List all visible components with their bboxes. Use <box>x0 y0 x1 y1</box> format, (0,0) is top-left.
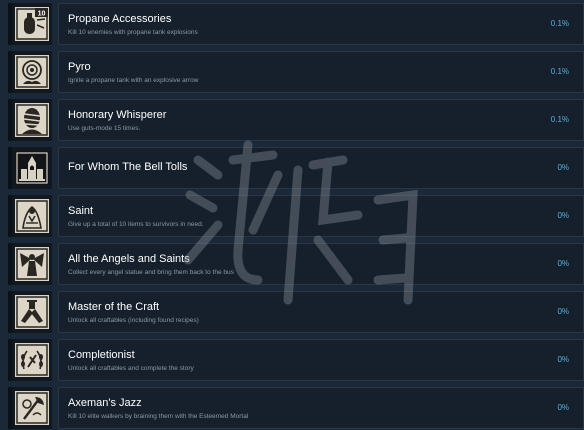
achievement-info: Honorary Whisperer Use guts-mode 15 time… <box>58 99 584 141</box>
achievement-info: Pyro Ignite a propane tank with an explo… <box>58 51 584 93</box>
achievement-percent: 0.1% <box>550 115 569 124</box>
achievement-percent: 0.1% <box>550 67 569 76</box>
achievement-percent: 0.1% <box>550 19 569 28</box>
achievement-title: Honorary Whisperer <box>68 109 167 121</box>
achievement-description: Collect every angel statue and bring the… <box>68 269 234 276</box>
achievement-title: Axeman's Jazz <box>68 397 142 409</box>
laurel-wreath-icon <box>8 339 52 381</box>
achievement-title: Saint <box>68 205 94 217</box>
achievement-info: Completionist Unlock all craftables and … <box>58 339 584 381</box>
propane-icon: 10 <box>8 3 52 45</box>
achievement-row[interactable]: Saint Give up a total of 10 items to sur… <box>8 195 584 237</box>
bandaged-head-icon <box>8 99 52 141</box>
achievement-percent: 0% <box>557 355 569 364</box>
achievement-percent: 0% <box>557 259 569 268</box>
achievement-percent: 0% <box>557 211 569 220</box>
achievement-info: Saint Give up a total of 10 items to sur… <box>58 195 584 237</box>
achievement-description: Give up a total of 10 items to survivors… <box>68 221 204 228</box>
achievement-row[interactable]: Pyro Ignite a propane tank with an explo… <box>8 51 584 93</box>
crafting-hands-icon <box>8 291 52 333</box>
achievement-description: Ignite a propane tank with an explosive … <box>68 77 199 84</box>
achievement-row[interactable]: All the Angels and Saints Collect every … <box>8 243 584 285</box>
achievement-info: Propane Accessories Kill 10 enemies with… <box>58 3 584 45</box>
achievement-description: Unlock all craftables (including found r… <box>68 317 199 324</box>
achievement-row[interactable]: For Whom The Bell Tolls 0% <box>8 147 584 189</box>
achievement-description: Unlock all craftables and complete the s… <box>68 365 194 372</box>
achievement-title: Completionist <box>68 349 135 361</box>
achievement-row[interactable]: 10 Propane Accessories Kill 10 enemies w… <box>8 3 584 45</box>
achievement-title: Pyro <box>68 61 91 73</box>
achievement-percent: 0% <box>557 403 569 412</box>
achievement-list: 10 Propane Accessories Kill 10 enemies w… <box>0 0 584 430</box>
achievement-description: Kill 10 elite walkers by braining them w… <box>68 413 249 420</box>
praying-figure-icon <box>8 195 52 237</box>
achievement-row[interactable]: Completionist Unlock all craftables and … <box>8 339 584 381</box>
achievement-description: Kill 10 enemies with propane tank explos… <box>68 29 198 36</box>
count-badge: 10 <box>38 11 46 18</box>
fire-target-icon <box>8 51 52 93</box>
achievement-row[interactable]: Master of the Craft Unlock all craftable… <box>8 291 584 333</box>
achievement-percent: 0% <box>557 163 569 172</box>
achievement-title: All the Angels and Saints <box>68 253 190 265</box>
achievement-row[interactable]: Honorary Whisperer Use guts-mode 15 time… <box>8 99 584 141</box>
achievement-info: Axeman's Jazz Kill 10 elite walkers by b… <box>58 387 584 429</box>
achievement-info: For Whom The Bell Tolls 0% <box>58 147 584 189</box>
achievement-row[interactable]: Axeman's Jazz Kill 10 elite walkers by b… <box>8 387 584 429</box>
achievement-info: Master of the Craft Unlock all craftable… <box>58 291 584 333</box>
bell-tower-icon <box>8 147 52 189</box>
achievement-info: All the Angels and Saints Collect every … <box>58 243 584 285</box>
achievement-description: Use guts-mode 15 times. <box>68 125 141 132</box>
achievement-title: Master of the Craft <box>68 301 160 313</box>
achievement-title: For Whom The Bell Tolls <box>68 161 188 173</box>
axe-icon <box>8 387 52 429</box>
achievement-title: Propane Accessories <box>68 13 172 25</box>
achievement-percent: 0% <box>557 307 569 316</box>
angel-statue-icon <box>8 243 52 285</box>
